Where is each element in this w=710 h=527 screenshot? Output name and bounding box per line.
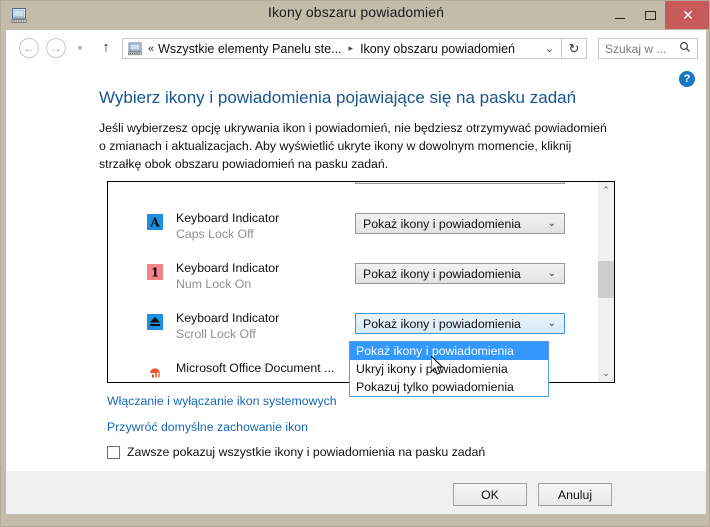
list-item[interactable]: 1 Keyboard Indicator Num Lock On Pokaż i… — [108, 254, 598, 304]
always-show-checkbox[interactable] — [107, 445, 120, 459]
list-item-labels: Microsoft Office Document ... — [176, 360, 334, 376]
list-item[interactable]: Greenshot Pokazuj tylko powiadomienia ⌄ — [108, 182, 598, 204]
behavior-combobox-value: Pokaż ikony i powiadomienia — [363, 316, 521, 331]
list-scrollbar[interactable]: ⌃ ⌄ — [597, 182, 614, 382]
refresh-button[interactable]: ↻ — [562, 38, 587, 59]
link-system-icons[interactable]: Włączanie i wyłączanie ikon systemowych — [107, 394, 337, 408]
address-dropdown-icon[interactable]: ⌄ — [545, 42, 554, 55]
list-item-subtitle: Num Lock On — [176, 277, 252, 291]
behavior-combobox[interactable]: Pokaż ikony i powiadomienia ⌄ — [355, 213, 565, 234]
svg-text:A: A — [149, 216, 160, 230]
up-button[interactable]: ↑ — [98, 39, 114, 57]
breadcrumb-overflow-icon[interactable]: « — [148, 43, 154, 55]
dialog-footer: OK Anuluj — [6, 471, 706, 514]
caption-buttons: ✕ — [605, 1, 709, 29]
list-item-title: Keyboard Indicator — [176, 261, 280, 275]
behavior-combobox[interactable]: Pokaż ikony i powiadomienia ⌄ — [355, 263, 565, 284]
microsoft-office-document-icon — [147, 364, 163, 380]
address-bar[interactable]: « Wszystkie elementy Panelu ste... ▸ Iko… — [122, 38, 562, 59]
back-button[interactable]: ← — [19, 38, 39, 58]
search-box[interactable]: Szukaj w ... — [598, 38, 698, 59]
page-title: Wybierz ikony i powiadomienia pojawiając… — [99, 88, 577, 107]
cancel-button[interactable]: Anuluj — [538, 483, 612, 506]
list-item-subtitle: Caps Lock Off — [176, 227, 254, 241]
svg-text:1: 1 — [151, 266, 159, 280]
forward-button[interactable]: → — [46, 38, 66, 58]
behavior-combobox[interactable]: Pokazuj tylko powiadomienia ⌄ — [355, 182, 565, 184]
close-button[interactable]: ✕ — [665, 1, 709, 29]
list-item-title: Microsoft Office Document ... — [176, 361, 335, 375]
navigation-bar: ← → ▾ ↑ « Wszystkie elementy Panelu ste.… — [6, 30, 706, 66]
title-bar[interactable]: Ikony obszaru powiadomień ✕ — [1, 1, 709, 29]
list-item-subtitle: Scroll Lock Off — [176, 327, 256, 341]
list-item-title: Keyboard Indicator — [176, 311, 280, 325]
caps-lock-indicator-icon: A — [147, 214, 163, 230]
recent-locations-button[interactable]: ▾ — [74, 42, 86, 54]
help-icon[interactable]: ? — [679, 71, 695, 87]
behavior-combobox-value: Pokaż ikony i powiadomienia — [363, 216, 521, 231]
list-item-title: Keyboard Indicator — [176, 211, 280, 225]
list-item-labels: Keyboard Indicator Scroll Lock Off — [176, 310, 279, 342]
behavior-combobox-value: Pokaż ikony i powiadomienia — [363, 266, 521, 281]
ok-button[interactable]: OK — [453, 483, 527, 506]
chevron-down-icon: ⌄ — [547, 318, 556, 329]
scroll-down-icon[interactable]: ⌄ — [598, 365, 614, 382]
maximize-button[interactable] — [635, 1, 665, 29]
chevron-down-icon: ⌄ — [547, 268, 556, 279]
link-restore-defaults[interactable]: Przywróć domyślne zachowanie ikon — [107, 420, 308, 434]
breadcrumb-item-current[interactable]: Ikony obszaru powiadomień — [360, 42, 515, 56]
maximize-icon — [644, 10, 656, 20]
list-item-labels: Keyboard Indicator Num Lock On — [176, 260, 279, 292]
list-item[interactable]: A Keyboard Indicator Caps Lock Off Pokaż… — [108, 204, 598, 254]
dropdown-option-hide-icons-and-notifications[interactable]: Ukryj ikony i powiadomienia — [350, 360, 548, 378]
always-show-checkbox-label: Zawsze pokazuj wszystkie ikony i powiado… — [127, 445, 486, 459]
scroll-lock-indicator-icon — [147, 314, 163, 330]
breadcrumb-separator-icon[interactable]: ▸ — [349, 43, 354, 54]
minimize-icon — [615, 18, 625, 19]
search-input[interactable]: Szukaj w ... — [605, 42, 666, 56]
breadcrumb-item-control-panel[interactable]: Wszystkie elementy Panelu ste... — [158, 42, 341, 56]
minimize-button[interactable] — [605, 1, 635, 29]
behavior-combobox-active[interactable]: Pokaż ikony i powiadomienia ⌄ — [355, 313, 565, 334]
dropdown-option-only-show-notifications[interactable]: Pokazuj tylko powiadomienia — [350, 378, 548, 396]
behavior-dropdown-popup[interactable]: Pokaż ikony i powiadomienia Ukryj ikony … — [349, 341, 549, 397]
list-item-labels: Keyboard Indicator Caps Lock Off — [176, 210, 279, 242]
scroll-up-icon[interactable]: ⌃ — [598, 182, 614, 199]
chevron-down-icon: ⌄ — [547, 218, 556, 229]
address-monitor-icon — [127, 42, 143, 56]
magnifier-icon — [679, 41, 691, 56]
window-title: Ikony obszaru powiadomień — [267, 4, 445, 20]
content-pane: ? Wybierz ikony i powiadomienia pojawiaj… — [6, 66, 706, 471]
always-show-checkbox-row[interactable]: Zawsze pokazuj wszystkie ikony i powiado… — [107, 445, 485, 459]
page-description: Jeśli wybierzesz opcję ukrywania ikon i … — [99, 121, 607, 171]
scrollbar-thumb[interactable] — [598, 261, 614, 298]
dropdown-option-show-icons-and-notifications[interactable]: Pokaż ikony i powiadomienia — [350, 342, 548, 360]
notification-area-icons-window: Ikony obszaru powiadomień ✕ ← → ▾ ↑ « Ws… — [0, 0, 710, 527]
num-lock-indicator-icon: 1 — [147, 264, 163, 280]
